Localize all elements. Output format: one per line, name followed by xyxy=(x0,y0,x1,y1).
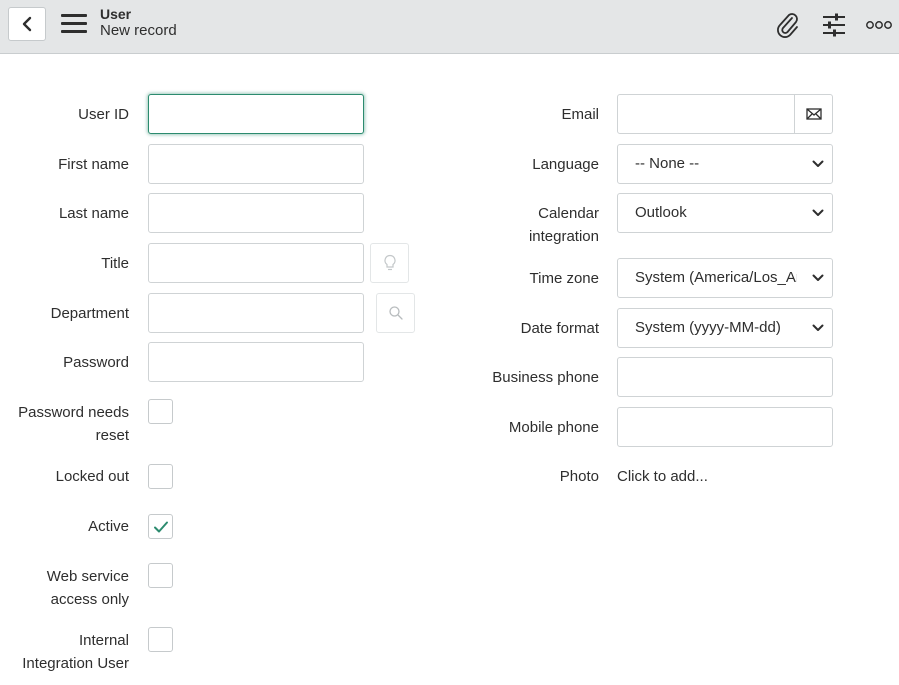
password-needs-reset-label-line2: reset xyxy=(95,427,129,444)
language-label: Language xyxy=(532,156,599,173)
calendar-integration-select-value: Outlook xyxy=(635,204,687,221)
envelope-icon xyxy=(805,108,822,120)
email-input[interactable] xyxy=(618,95,794,133)
email-action-button[interactable] xyxy=(795,95,832,133)
record-subtitle: New record xyxy=(100,22,177,39)
photo-label: Photo xyxy=(559,468,599,485)
department-lookup-button[interactable] xyxy=(376,293,415,333)
calendar-integration-label: Calendar integration xyxy=(440,202,599,248)
title-lookup-button[interactable] xyxy=(370,243,409,283)
user-id-label: User ID xyxy=(78,106,129,123)
search-icon xyxy=(388,306,403,320)
title-input[interactable] xyxy=(148,243,364,283)
chevron-down-icon xyxy=(812,324,824,331)
locked-out-checkbox[interactable] xyxy=(148,464,173,489)
date-format-select[interactable]: System (yyyy-MM-dd) xyxy=(617,308,833,348)
hamburger-menu-icon[interactable] xyxy=(61,14,87,34)
password-needs-reset-label-line1: Password needs xyxy=(18,404,129,421)
user-id-input[interactable] xyxy=(148,94,364,134)
department-label: Department xyxy=(50,305,129,322)
internal-integration-user-label-line1: Internal xyxy=(78,632,129,649)
department-input[interactable] xyxy=(148,293,364,333)
mobile-phone-label: Mobile phone xyxy=(508,419,599,436)
date-format-select-value: System (yyyy-MM-dd) xyxy=(635,319,781,336)
internal-integration-user-label: Internal Integration User xyxy=(0,629,129,675)
checkmark-icon xyxy=(153,521,168,532)
business-phone-label: Business phone xyxy=(492,369,599,386)
language-select-value: -- None -- xyxy=(635,155,700,172)
title-label: Title xyxy=(101,255,129,272)
calendar-integration-label-line2: integration xyxy=(528,228,599,245)
date-format-label: Date format xyxy=(520,320,599,337)
password-needs-reset-checkbox[interactable] xyxy=(148,399,173,424)
email-field xyxy=(617,94,833,134)
form-header: User New record xyxy=(0,0,899,54)
email-label: Email xyxy=(561,106,599,123)
more-options-icon[interactable] xyxy=(864,10,894,40)
sliders-icon[interactable] xyxy=(819,10,849,40)
internal-integration-user-label-line2: Integration User xyxy=(22,655,129,672)
record-type-title: User xyxy=(100,6,132,22)
password-input[interactable] xyxy=(148,342,364,382)
chevron-down-icon xyxy=(812,209,824,216)
back-button[interactable] xyxy=(8,7,46,41)
locked-out-label: Locked out xyxy=(55,468,129,485)
active-label: Active xyxy=(88,518,129,535)
calendar-integration-select[interactable]: Outlook xyxy=(617,193,833,233)
calendar-integration-label-line1: Calendar xyxy=(538,205,599,222)
web-service-access-label-line1: Web service xyxy=(46,568,129,585)
last-name-label: Last name xyxy=(58,205,129,222)
chevron-down-icon xyxy=(812,274,824,281)
first-name-label: First name xyxy=(58,156,129,173)
password-label: Password xyxy=(63,354,129,371)
business-phone-input[interactable] xyxy=(617,357,833,397)
mobile-phone-input[interactable] xyxy=(617,407,833,447)
language-select[interactable]: -- None -- xyxy=(617,144,833,184)
chevron-down-icon xyxy=(812,160,824,167)
paperclip-icon[interactable] xyxy=(773,10,803,40)
active-checkbox[interactable] xyxy=(148,514,173,539)
password-needs-reset-label: Password needs reset xyxy=(0,401,129,447)
chevron-left-icon xyxy=(22,16,32,32)
time-zone-label: Time zone xyxy=(529,270,599,287)
internal-integration-user-checkbox[interactable] xyxy=(148,627,173,652)
web-service-access-label-line2: access only xyxy=(50,591,129,608)
photo-add-link[interactable]: Click to add... xyxy=(617,465,708,488)
first-name-input[interactable] xyxy=(148,144,364,184)
web-service-access-label: Web service access only xyxy=(0,565,129,611)
web-service-access-checkbox[interactable] xyxy=(148,563,173,588)
time-zone-select-value: System (America/Los_Angeles) xyxy=(635,269,797,286)
time-zone-select[interactable]: System (America/Los_Angeles) xyxy=(617,258,833,298)
last-name-input[interactable] xyxy=(148,193,364,233)
lightbulb-icon xyxy=(383,254,396,271)
